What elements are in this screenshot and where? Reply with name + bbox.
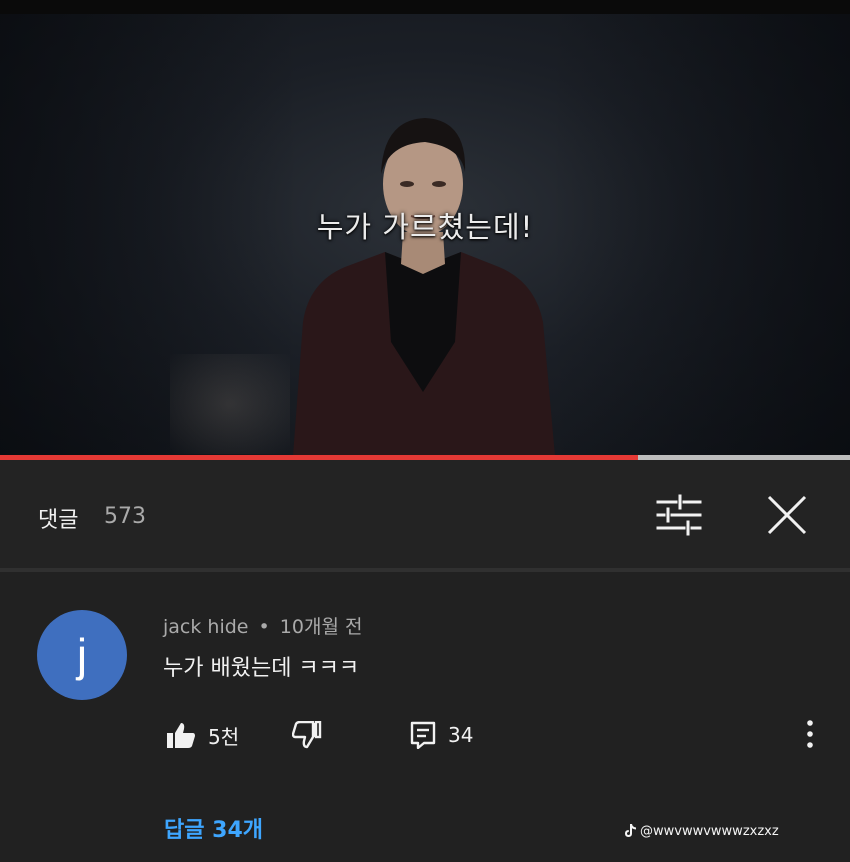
comment-meta: jack hide • 10개월 전 — [163, 612, 362, 639]
comment-time: 10개월 전 — [279, 616, 363, 638]
comment-item: j jack hide • 10개월 전 누가 배웠는데 ㅋㅋㅋ 5천 34 답… — [0, 572, 850, 862]
video-subtitle: 누가 가르쳤는데! — [316, 210, 534, 244]
like-button[interactable]: 5천 — [166, 720, 239, 750]
video-light-spot — [170, 354, 290, 454]
sliders-icon — [656, 494, 702, 536]
close-comments-button[interactable] — [760, 490, 814, 540]
reply-button[interactable]: 34 — [410, 720, 473, 750]
video-person-figure — [293, 118, 555, 456]
more-options-button[interactable] — [796, 718, 824, 750]
reply-count: 34 — [448, 723, 474, 747]
comments-count: 573 — [104, 504, 146, 529]
status-strip — [0, 0, 850, 14]
close-icon — [767, 495, 807, 535]
video-player[interactable]: 누가 가르쳤는데! — [0, 14, 850, 456]
avatar[interactable]: j — [37, 610, 127, 700]
like-count: 5천 — [208, 724, 240, 749]
avatar-letter: j — [76, 629, 88, 681]
dislike-button[interactable] — [292, 720, 322, 750]
more-vert-icon — [807, 720, 813, 748]
watermark: @wwvwwvwwwzxzxz — [622, 823, 779, 839]
tiktok-icon — [625, 824, 636, 837]
sort-filter-button[interactable] — [652, 490, 706, 540]
meta-separator: • — [258, 616, 270, 638]
watermark-handle: @wwvwwvwwwzxzxz — [640, 823, 779, 839]
comment-author[interactable]: jack hide — [163, 616, 248, 638]
thumbs-up-icon — [167, 723, 195, 748]
reply-icon — [410, 721, 436, 749]
comments-title: 댓글 — [38, 508, 79, 533]
comment-text: 누가 배웠는데 ㅋㅋㅋ — [163, 656, 360, 681]
thumbs-down-icon — [292, 721, 322, 749]
view-replies-link[interactable]: 답글 34개 — [164, 812, 263, 844]
comments-header: 댓글 573 — [0, 460, 850, 568]
